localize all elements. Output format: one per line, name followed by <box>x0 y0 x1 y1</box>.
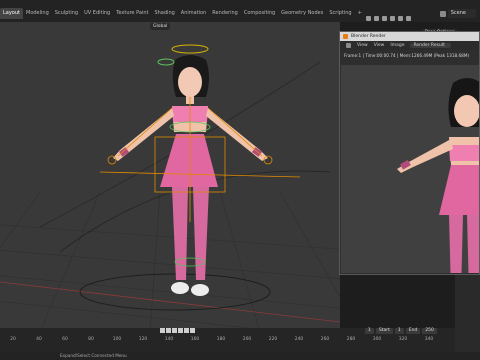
ruler-tick: 320 <box>398 337 408 342</box>
ruler-tick: 340 <box>424 337 434 342</box>
render-leg-right <box>467 215 479 273</box>
timeline-ruler[interactable]: 20 40 60 80 100 120 140 160 180 200 220 … <box>0 337 455 344</box>
add-workspace-button[interactable]: + <box>355 8 365 19</box>
tab-texture-paint[interactable]: Texture Paint <box>113 8 151 19</box>
start-field[interactable]: 1 <box>394 328 404 334</box>
3d-viewport[interactable]: Global <box>0 22 340 328</box>
render-leg-left <box>449 215 463 273</box>
ruler-tick: 80 <box>88 337 94 342</box>
render-face <box>454 95 479 127</box>
viewport-shading-icons <box>366 16 411 21</box>
ruler-tick: 20 <box>10 337 16 342</box>
editor-type-icon[interactable] <box>346 43 351 48</box>
play-reverse-icon[interactable] <box>172 328 177 333</box>
ruler-tick: 220 <box>268 337 278 342</box>
viewport-scene <box>0 44 340 328</box>
tab-compositing[interactable]: Compositing <box>241 8 278 19</box>
current-frame-field[interactable]: 1 <box>365 328 374 334</box>
tab-shading[interactable]: Shading <box>151 8 177 19</box>
playback-controls <box>160 328 195 334</box>
xray-icon[interactable] <box>374 16 379 21</box>
ruler-tick: 260 <box>320 337 330 342</box>
face <box>178 67 202 97</box>
render-result-canvas <box>341 65 479 273</box>
ruler-tick: 140 <box>164 337 174 342</box>
menu-view[interactable]: View <box>357 43 368 48</box>
scene-icon <box>439 10 446 17</box>
menu-image[interactable]: Image <box>390 43 404 48</box>
overlay-icon[interactable] <box>366 16 371 21</box>
halo-control[interactable] <box>171 44 209 54</box>
tab-layout[interactable]: Layout <box>0 8 23 19</box>
skirt <box>160 134 218 187</box>
render-top <box>449 145 479 161</box>
ruler-tick: 200 <box>242 337 252 342</box>
render-window-menubar: View View Image Render Result <box>340 41 479 50</box>
render-window: Blender Render View View Image Render Re… <box>339 31 480 275</box>
solid-shading-icon[interactable] <box>382 16 387 21</box>
start-label: Start <box>375 328 393 334</box>
ruler-tick: 300 <box>372 337 382 342</box>
step-forward-icon[interactable] <box>184 328 189 333</box>
status-text: Expand/Select Connected Menu <box>60 353 127 358</box>
ruler-tick: 40 <box>36 337 42 342</box>
ruler-tick: 120 <box>138 337 148 342</box>
end-label: End <box>405 328 421 334</box>
frame-range: 1 Start 1 End 250 <box>365 328 437 334</box>
blender-logo-icon <box>343 34 348 39</box>
x-axis-line <box>0 281 340 323</box>
grid-floor <box>0 191 340 328</box>
properties-strip[interactable] <box>455 275 480 360</box>
render-image <box>341 65 479 273</box>
gizmo-icon[interactable] <box>406 16 411 21</box>
rendered-shading-icon[interactable] <box>398 16 403 21</box>
tab-sculpting[interactable]: Sculpting <box>52 8 81 19</box>
ruler-tick: 60 <box>62 337 68 342</box>
end-field[interactable]: 250 <box>422 328 437 334</box>
jump-start-icon[interactable] <box>160 328 165 333</box>
head-control[interactable] <box>157 58 175 66</box>
left-shoe <box>171 282 189 294</box>
top-right-controls: Scene <box>439 9 476 18</box>
ruler-tick: 180 <box>216 337 226 342</box>
tab-animation[interactable]: Animation <box>178 8 210 19</box>
render-result-field[interactable]: Render Result <box>410 43 451 48</box>
tab-modeling[interactable]: Modeling <box>23 8 52 19</box>
scene-selector[interactable]: Scene <box>447 9 476 18</box>
ruler-tick: 280 <box>346 337 356 342</box>
status-bar: Expand/Select Connected Menu <box>0 352 480 360</box>
workspace-tabs: Layout Modeling Sculpting UV Editing Tex… <box>0 8 365 19</box>
tab-geometry-nodes[interactable]: Geometry Nodes <box>278 8 326 19</box>
render-window-title: Blender Render <box>351 34 386 39</box>
jump-end-icon[interactable] <box>190 328 195 333</box>
ruler-tick: 100 <box>112 337 122 342</box>
render-window-titlebar: Blender Render <box>340 32 479 41</box>
step-back-icon[interactable] <box>166 328 171 333</box>
tab-uv-editing[interactable]: UV Editing <box>81 8 113 19</box>
tab-scripting[interactable]: Scripting <box>326 8 354 19</box>
render-info-text: Frame:1 | Time:00:00.74 | Mem:1266.49M (… <box>344 53 470 58</box>
tab-rendering[interactable]: Rendering <box>209 8 241 19</box>
ruler-tick: 160 <box>190 337 200 342</box>
material-shading-icon[interactable] <box>390 16 395 21</box>
play-icon[interactable] <box>178 328 183 333</box>
ruler-tick: 240 <box>294 337 304 342</box>
menu-view-2[interactable]: View <box>374 43 385 48</box>
transform-orientation-dropdown[interactable]: Global <box>150 23 171 30</box>
right-shoe <box>191 284 209 296</box>
